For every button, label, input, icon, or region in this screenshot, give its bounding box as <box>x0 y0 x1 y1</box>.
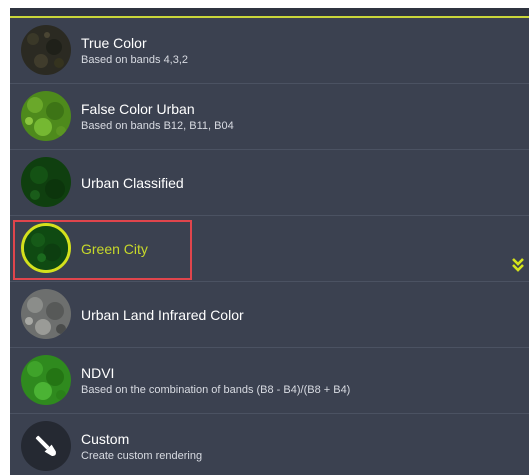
urban-land-infrared-thumbnail <box>21 289 71 339</box>
false-color-urban-thumbnail <box>21 91 71 141</box>
brush-icon <box>21 421 71 471</box>
item-title: NDVI <box>81 364 115 381</box>
ndvi-thumbnail <box>21 355 71 405</box>
rendering-item-custom[interactable]: Custom Create custom rendering <box>10 414 529 475</box>
item-subtitle: Create custom rendering <box>81 450 203 462</box>
item-title: Urban Classified <box>81 174 184 191</box>
item-subtitle: Based on bands B12, B11, B04 <box>81 119 234 132</box>
item-title: Green City <box>81 240 148 257</box>
rendering-item-true-color[interactable]: True Color Based on bands 4,3,2 <box>10 18 529 84</box>
item-title: False Color Urban <box>81 100 195 117</box>
item-title: Custom <box>81 431 130 447</box>
green-city-thumbnail <box>21 223 71 273</box>
item-title: True Color <box>81 34 147 51</box>
item-subtitle: Based on bands 4,3,2 <box>81 53 189 66</box>
urban-classified-thumbnail <box>21 157 71 207</box>
rendering-item-urban-land-infrared[interactable]: Urban Land Infrared Color <box>10 282 529 348</box>
rendering-panel: True Color Based on bands 4,3,2 False Co… <box>10 8 529 475</box>
rendering-item-green-city[interactable]: Green City <box>10 216 529 282</box>
item-subtitle: Based on the combination of bands (B8 - … <box>81 383 351 396</box>
rendering-item-false-color-urban[interactable]: False Color Urban Based on bands B12, B1… <box>10 84 529 150</box>
double-chevron-down-icon[interactable] <box>511 257 525 273</box>
true-color-thumbnail <box>21 25 71 75</box>
item-title: Urban Land Infrared Color <box>81 306 244 323</box>
rendering-item-ndvi[interactable]: NDVI Based on the combination of bands (… <box>10 348 529 414</box>
rendering-list: True Color Based on bands 4,3,2 False Co… <box>10 18 529 475</box>
panel-header-strip <box>10 8 529 18</box>
rendering-item-urban-classified[interactable]: Urban Classified <box>10 150 529 216</box>
